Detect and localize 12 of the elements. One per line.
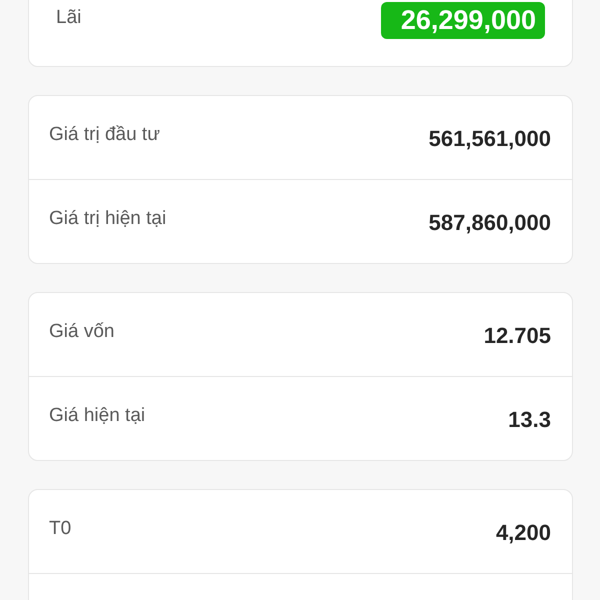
field-value: 561,561,000 [428,126,551,152]
field-label: Lãi [56,7,82,29]
field-value: 587,860,000 [428,210,551,236]
field-value: 12.705 [484,322,551,348]
field-label: Giá vốn [49,321,114,343]
field-label: Giá trị hiện tại [49,208,166,230]
field-label: Giá trị đầu tư [49,124,160,146]
field-label: Giá hiện tại [49,405,146,427]
profit-badge: 26,299,000 [380,2,545,39]
field-label: T0 [49,518,72,540]
field-value: 4,200 [496,520,551,546]
field-value: 13.3 [508,406,551,432]
